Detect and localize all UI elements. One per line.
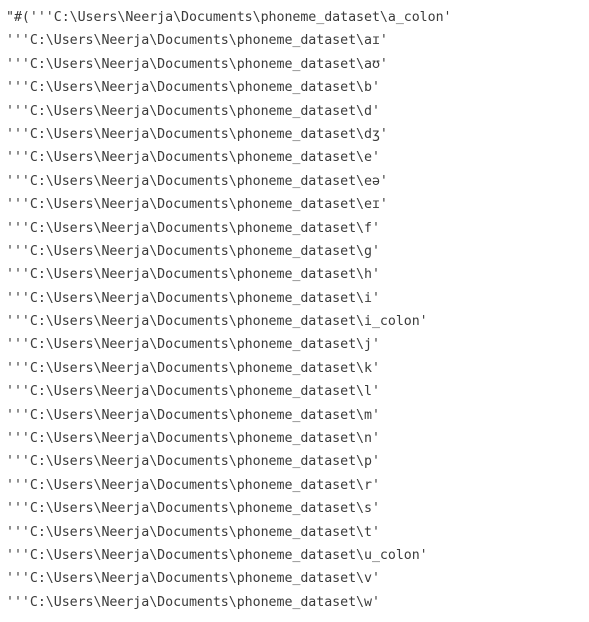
output-line: '''C:\Users\Neerja\Documents\phoneme_dat… <box>6 197 388 213</box>
output-line: '''C:\Users\Neerja\Documents\phoneme_dat… <box>6 431 380 447</box>
output-line: '''C:\Users\Neerja\Documents\phoneme_dat… <box>6 56 388 72</box>
output-line: '''C:\Users\Neerja\Documents\phoneme_dat… <box>6 150 380 166</box>
output-line: '''C:\Users\Neerja\Documents\phoneme_dat… <box>6 407 380 423</box>
output-line: '''C:\Users\Neerja\Documents\phoneme_dat… <box>6 80 380 96</box>
output-line: '''C:\Users\Neerja\Documents\phoneme_dat… <box>6 267 380 283</box>
output-line: '''C:\Users\Neerja\Documents\phoneme_dat… <box>6 360 380 376</box>
output-line: '''C:\Users\Neerja\Documents\phoneme_dat… <box>6 290 380 306</box>
output-line: '''C:\Users\Neerja\Documents\phoneme_dat… <box>6 384 380 400</box>
output-line: '''C:\Users\Neerja\Documents\phoneme_dat… <box>6 103 380 119</box>
console-output-pane[interactable]: "#('''C:\Users\Neerja\Documents\phoneme_… <box>0 0 589 622</box>
output-line: '''C:\Users\Neerja\Documents\phoneme_dat… <box>6 524 380 540</box>
output-line: '''C:\Users\Neerja\Documents\phoneme_dat… <box>6 547 428 563</box>
output-line: '''C:\Users\Neerja\Documents\phoneme_dat… <box>6 477 380 493</box>
output-line: "#('''C:\Users\Neerja\Documents\phoneme_… <box>6 10 452 25</box>
output-line: '''C:\Users\Neerja\Documents\phoneme_dat… <box>6 33 388 49</box>
output-line: '''C:\Users\Neerja\Documents\phoneme_dat… <box>6 337 380 353</box>
output-line: '''C:\Users\Neerja\Documents\phoneme_dat… <box>6 454 380 470</box>
output-line: '''C:\Users\Neerja\Documents\phoneme_dat… <box>6 173 388 189</box>
output-line: '''C:\Users\Neerja\Documents\phoneme_dat… <box>6 220 380 236</box>
output-line: '''C:\Users\Neerja\Documents\phoneme_dat… <box>6 571 380 587</box>
output-line: '''C:\Users\Neerja\Documents\phoneme_dat… <box>6 314 428 330</box>
output-line: '''C:\Users\Neerja\Documents\phoneme_dat… <box>6 501 380 517</box>
output-line: '''C:\Users\Neerja\Documents\phoneme_dat… <box>6 594 380 610</box>
output-line: '''C:\Users\Neerja\Documents\phoneme_dat… <box>6 243 380 259</box>
output-line: '''C:\Users\Neerja\Documents\phoneme_dat… <box>6 126 388 142</box>
